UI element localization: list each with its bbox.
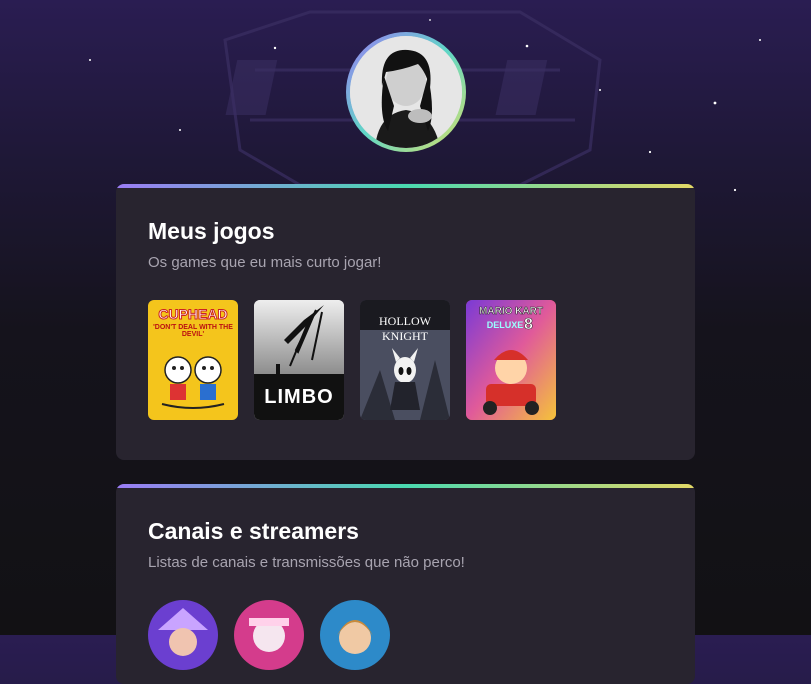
games-card: Meus jogos Os games que eu mais curto jo… [116, 184, 695, 460]
game-mario-kart[interactable]: MARIO KART DELUXE 8 [466, 300, 556, 420]
game-title: HOLLOW KNIGHT [379, 314, 431, 343]
game-title: MARIO KART [479, 306, 543, 318]
channel-avatar-2[interactable] [234, 600, 304, 670]
mario-kart-art [466, 300, 556, 420]
game-number: 8 [524, 316, 533, 334]
channels-card: Canais e streamers Listas de canais e tr… [116, 484, 695, 684]
channels-list [148, 600, 390, 670]
cuphead-art [161, 356, 225, 409]
game-subtitle: DELUXE [486, 320, 524, 330]
channel-avatar-1[interactable] [148, 600, 218, 670]
games-section-title: Meus jogos [148, 218, 275, 244]
game-limbo[interactable]: LIMBO [254, 300, 344, 420]
game-title: LIMBO [264, 386, 334, 408]
game-cuphead[interactable]: CUPHEAD 'DON'T DEAL WITH THE DEVIL' [148, 300, 238, 420]
profile-avatar [346, 32, 466, 152]
games-list: CUPHEAD 'DON'T DEAL WITH THE DEVIL' LIMB… [148, 300, 556, 420]
card-accent-bar [116, 484, 695, 488]
channels-section-title: Canais e streamers [148, 518, 359, 544]
avatar-photo [350, 36, 462, 148]
channels-section-subtitle: Listas de canais e transmissões que não … [148, 554, 465, 571]
card-accent-bar [116, 184, 695, 188]
game-hollow-knight[interactable]: HOLLOW KNIGHT [360, 300, 450, 420]
games-section-subtitle: Os games que eu mais curto jogar! [148, 254, 382, 271]
channel-avatar-3[interactable] [320, 600, 390, 670]
